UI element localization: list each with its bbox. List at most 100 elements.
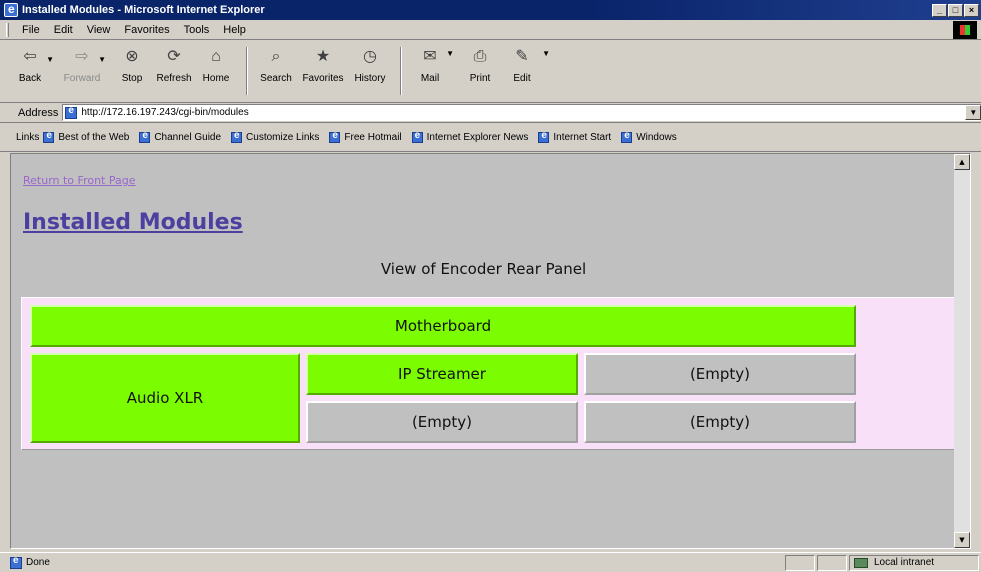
vertical-scrollbar[interactable]: ▲ ▼ <box>954 154 970 548</box>
forward-label: Forward <box>63 73 101 84</box>
window-controls: _ □ × <box>932 3 979 17</box>
status-pane <box>817 554 847 571</box>
favorites-label: Favorites <box>302 73 344 84</box>
rear-panel: Motherboard Audio XLR IP Streamer (Empty… <box>21 297 962 450</box>
mail-button[interactable]: ✉ Mail ▼ <box>410 47 454 84</box>
menu-edit[interactable]: Edit <box>47 24 80 36</box>
search-button[interactable]: ⌕ Search <box>256 47 296 84</box>
back-label: Back <box>18 73 42 84</box>
link-free-hotmail[interactable]: Free Hotmail <box>329 130 402 143</box>
maximize-button[interactable]: □ <box>948 3 963 17</box>
address-input[interactable]: http://172.16.197.243/cgi-bin/modules ▼ <box>62 104 981 121</box>
home-icon: ⌂ <box>211 48 221 65</box>
back-dropdown-icon[interactable]: ▼ <box>46 55 54 64</box>
module-audio-xlr[interactable]: Audio XLR <box>30 353 300 443</box>
stop-label: Stop <box>121 73 143 84</box>
link-label: Channel Guide <box>154 132 222 143</box>
scroll-up-icon[interactable]: ▲ <box>954 154 970 170</box>
edit-dropdown-icon[interactable]: ▼ <box>542 49 550 58</box>
back-button[interactable]: ⇦ Back ▼ <box>10 47 54 84</box>
print-button[interactable]: ⎙ Print <box>460 47 500 84</box>
link-best-of-the-web[interactable]: Best of the Web <box>43 130 130 143</box>
windows-logo-icon <box>953 21 977 39</box>
link-label: Free Hotmail <box>344 132 402 143</box>
panel-caption: View of Encoder Rear Panel <box>380 260 587 278</box>
stop-icon: ⊗ <box>125 48 139 65</box>
menu-tools[interactable]: Tools <box>177 24 217 36</box>
stop-button[interactable]: ⊗ Stop <box>112 47 152 84</box>
links-label: Links <box>16 132 40 143</box>
home-button[interactable]: ⌂ Home <box>196 47 236 84</box>
status-main: Done <box>0 555 785 569</box>
status-text: Done <box>26 557 50 568</box>
link-label: Customize Links <box>246 132 320 143</box>
link-internet-start[interactable]: Internet Start <box>538 130 612 143</box>
link-page-icon <box>621 130 633 143</box>
menu-favorites[interactable]: Favorites <box>117 24 176 36</box>
window-title: Installed Modules - Microsoft Internet E… <box>22 4 265 16</box>
mail-label: Mail <box>420 73 440 84</box>
link-ie-news[interactable]: Internet Explorer News <box>411 130 529 143</box>
security-zone[interactable]: Local intranet <box>849 554 979 571</box>
mail-dropdown-icon[interactable]: ▼ <box>446 49 454 58</box>
mail-icon: ✉ <box>423 48 437 65</box>
refresh-icon: ⟳ <box>167 48 181 65</box>
module-slot-empty[interactable]: (Empty) <box>584 401 856 443</box>
back-arrow-icon: ⇦ <box>23 48 37 65</box>
refresh-button[interactable]: ⟳ Refresh <box>154 47 194 84</box>
status-pane <box>785 554 815 571</box>
search-icon: ⌕ <box>271 48 281 65</box>
history-label: History <box>354 73 386 84</box>
link-label: Windows <box>636 132 677 143</box>
favorites-icon: ★ <box>315 48 331 65</box>
intranet-icon <box>854 557 868 568</box>
module-slot-empty[interactable]: (Empty) <box>306 401 578 443</box>
forward-dropdown-icon[interactable]: ▼ <box>98 55 106 64</box>
history-button[interactable]: ◷ History <box>350 47 390 84</box>
search-label: Search <box>260 73 292 84</box>
zone-label: Local intranet <box>874 557 935 568</box>
status-page-icon <box>10 555 22 569</box>
menu-bar: File Edit View Favorites Tools Help <box>0 20 981 40</box>
menu-help[interactable]: Help <box>216 24 253 36</box>
title-bar[interactable]: Installed Modules - Microsoft Internet E… <box>0 0 981 20</box>
link-label: Internet Explorer News <box>426 132 529 143</box>
module-motherboard[interactable]: Motherboard <box>30 305 856 347</box>
link-customize-links[interactable]: Customize Links <box>231 130 320 143</box>
forward-button[interactable]: ⇨ Forward ▼ <box>62 47 106 84</box>
favorites-button[interactable]: ★ Favorites <box>298 47 348 84</box>
home-label: Home <box>202 73 230 84</box>
address-dropdown-icon[interactable]: ▼ <box>965 105 981 120</box>
edit-button[interactable]: ✎ Edit ▼ <box>502 47 550 84</box>
history-icon: ◷ <box>363 48 377 65</box>
address-label: Address <box>18 106 59 119</box>
refresh-label: Refresh <box>156 73 192 84</box>
edit-label: Edit <box>513 73 531 84</box>
link-page-icon <box>411 130 423 143</box>
link-channel-guide[interactable]: Channel Guide <box>139 130 222 143</box>
module-ip-streamer[interactable]: IP Streamer <box>306 353 578 395</box>
minimize-button[interactable]: _ <box>932 3 947 17</box>
menu-file[interactable]: File <box>15 24 47 36</box>
address-bar: Address http://172.16.197.243/cgi-bin/mo… <box>0 103 981 123</box>
forward-arrow-icon: ⇨ <box>75 48 89 65</box>
menu-grip[interactable] <box>6 22 9 37</box>
status-bar: Done Local intranet <box>0 552 981 572</box>
link-windows[interactable]: Windows <box>621 130 677 143</box>
toolbar-separator <box>246 47 248 95</box>
menu-view[interactable]: View <box>80 24 118 36</box>
link-page-icon <box>231 130 243 143</box>
link-page-icon <box>43 130 55 143</box>
link-label: Best of the Web <box>58 132 130 143</box>
address-url: http://172.16.197.243/cgi-bin/modules <box>81 107 249 118</box>
page-title[interactable]: Installed Modules <box>23 210 243 235</box>
toolbar: ⇦ Back ▼ ⇨ Forward ▼ ⊗ Stop ⟳ Refresh ⌂ … <box>0 41 981 103</box>
scroll-down-icon[interactable]: ▼ <box>954 532 970 548</box>
front-page-link[interactable]: Return to Front Page <box>23 174 136 187</box>
page-content: Return to Front Page Installed Modules V… <box>10 153 971 549</box>
close-button[interactable]: × <box>964 3 979 17</box>
link-label: Internet Start <box>553 132 612 143</box>
module-slot-empty[interactable]: (Empty) <box>584 353 856 395</box>
toolbar-separator <box>400 47 402 95</box>
edit-icon: ✎ <box>515 48 529 65</box>
